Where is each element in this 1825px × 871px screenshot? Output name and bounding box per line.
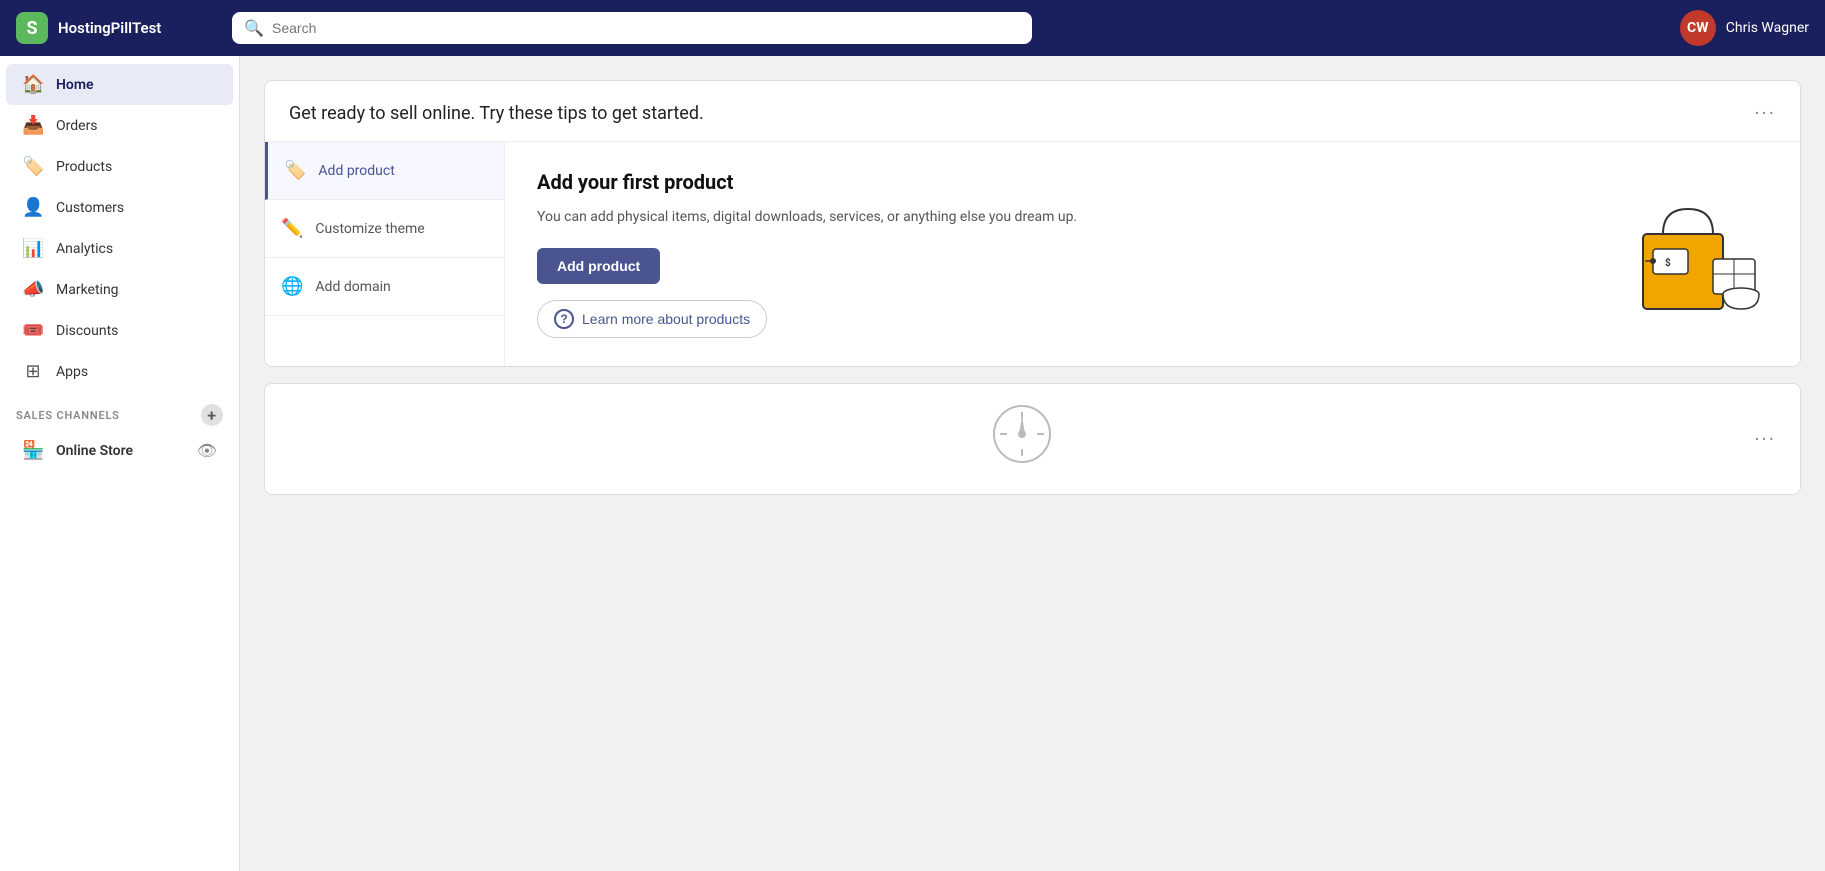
sidebar-item-customers-label: Customers [56,200,124,216]
sales-channels-section: SALES CHANNELS + [0,392,239,430]
apps-icon: ⊞ [22,361,44,382]
tip-body: You can add physical items, digital down… [537,206,1584,228]
add-product-icon: 🏷️ [284,160,306,181]
compass-svg [992,404,1052,464]
brand-name: HostingPillTest [58,19,161,37]
tip-item-add-product-label: Add product [318,163,394,179]
search-bar: 🔍 [232,12,1032,44]
card-title: Get ready to sell online. Try these tips… [289,103,704,124]
product-illustration: $ [1608,170,1768,338]
sidebar-item-apps-label: Apps [56,364,88,380]
online-store-label: Online Store [56,443,133,459]
avatar: CW [1680,10,1716,46]
sidebar-item-home-label: Home [56,77,94,93]
svg-text:$: $ [1665,256,1671,269]
search-input[interactable] [232,12,1032,44]
add-product-cta-button[interactable]: Add product [537,248,660,284]
brand: S HostingPillTest [16,12,216,44]
product-svg: $ [1613,184,1763,324]
sidebar-item-analytics-label: Analytics [56,241,113,257]
tip-text: Add your first product You can add physi… [537,170,1584,338]
sidebar-item-marketing[interactable]: 📣 Marketing [6,269,233,310]
products-icon: 🏷️ [22,156,44,177]
tip-item-add-product[interactable]: 🏷️ Add product [265,142,504,200]
sales-channels-label: SALES CHANNELS [16,409,120,422]
card-header: Get ready to sell online. Try these tips… [265,81,1800,141]
sidebar-item-products-label: Products [56,159,112,175]
search-icon: 🔍 [244,19,264,38]
tips-list: 🏷️ Add product ✏️ Customize theme 🌐 Add … [265,142,505,366]
tip-item-add-domain-label: Add domain [315,279,390,295]
sidebar-item-apps[interactable]: ⊞ Apps [6,351,233,392]
sidebar-item-discounts-label: Discounts [56,323,118,339]
orders-icon: 📥 [22,115,44,136]
sidebar: 🏠 Home 📥 Orders 🏷️ Products 👤 Customers … [0,56,240,871]
main-layout: 🏠 Home 📥 Orders 🏷️ Products 👤 Customers … [0,56,1825,871]
add-sales-channel-button[interactable]: + [201,404,223,426]
second-card: ··· [264,383,1801,495]
learn-more-button[interactable]: ? Learn more about products [537,300,767,338]
sidebar-item-home[interactable]: 🏠 Home [6,64,233,105]
learn-more-label: Learn more about products [582,311,750,327]
customers-icon: 👤 [22,197,44,218]
user-name: Chris Wagner [1726,20,1809,36]
visibility-icon[interactable]: 👁 [197,441,217,460]
content-area: Get ready to sell online. Try these tips… [240,56,1825,871]
customize-theme-icon: ✏️ [281,218,303,239]
online-store-icon: 🏪 [22,440,44,461]
tip-item-customize-theme-label: Customize theme [315,221,424,237]
topbar: S HostingPillTest 🔍 CW Chris Wagner [0,0,1825,56]
tips-body: 🏷️ Add product ✏️ Customize theme 🌐 Add … [265,141,1800,366]
sidebar-item-analytics[interactable]: 📊 Analytics [6,228,233,269]
compass-illustration [289,404,1754,474]
tip-item-add-domain[interactable]: 🌐 Add domain [265,258,504,316]
help-icon: ? [554,309,574,329]
discounts-icon: 🎟️ [22,320,44,341]
card-menu-button[interactable]: ··· [1754,101,1776,125]
sidebar-item-discounts[interactable]: 🎟️ Discounts [6,310,233,351]
sidebar-item-products[interactable]: 🏷️ Products [6,146,233,187]
getting-started-card: Get ready to sell online. Try these tips… [264,80,1801,367]
add-domain-icon: 🌐 [281,276,303,297]
home-icon: 🏠 [22,74,44,95]
sidebar-item-marketing-label: Marketing [56,282,119,298]
tip-detail: Add your first product You can add physi… [505,142,1800,366]
analytics-icon: 📊 [22,238,44,259]
sidebar-item-orders-label: Orders [56,118,98,134]
topbar-right: CW Chris Wagner [1680,10,1809,46]
sidebar-item-orders[interactable]: 📥 Orders [6,105,233,146]
card2-menu-button[interactable]: ··· [1754,427,1776,451]
tip-item-customize-theme[interactable]: ✏️ Customize theme [265,200,504,258]
sidebar-item-online-store[interactable]: 🏪 Online Store 👁 [6,430,233,471]
tip-heading: Add your first product [537,170,1584,194]
sidebar-item-customers[interactable]: 👤 Customers [6,187,233,228]
marketing-icon: 📣 [22,279,44,300]
shopify-logo: S [16,12,48,44]
online-store-left: 🏪 Online Store [22,440,133,461]
